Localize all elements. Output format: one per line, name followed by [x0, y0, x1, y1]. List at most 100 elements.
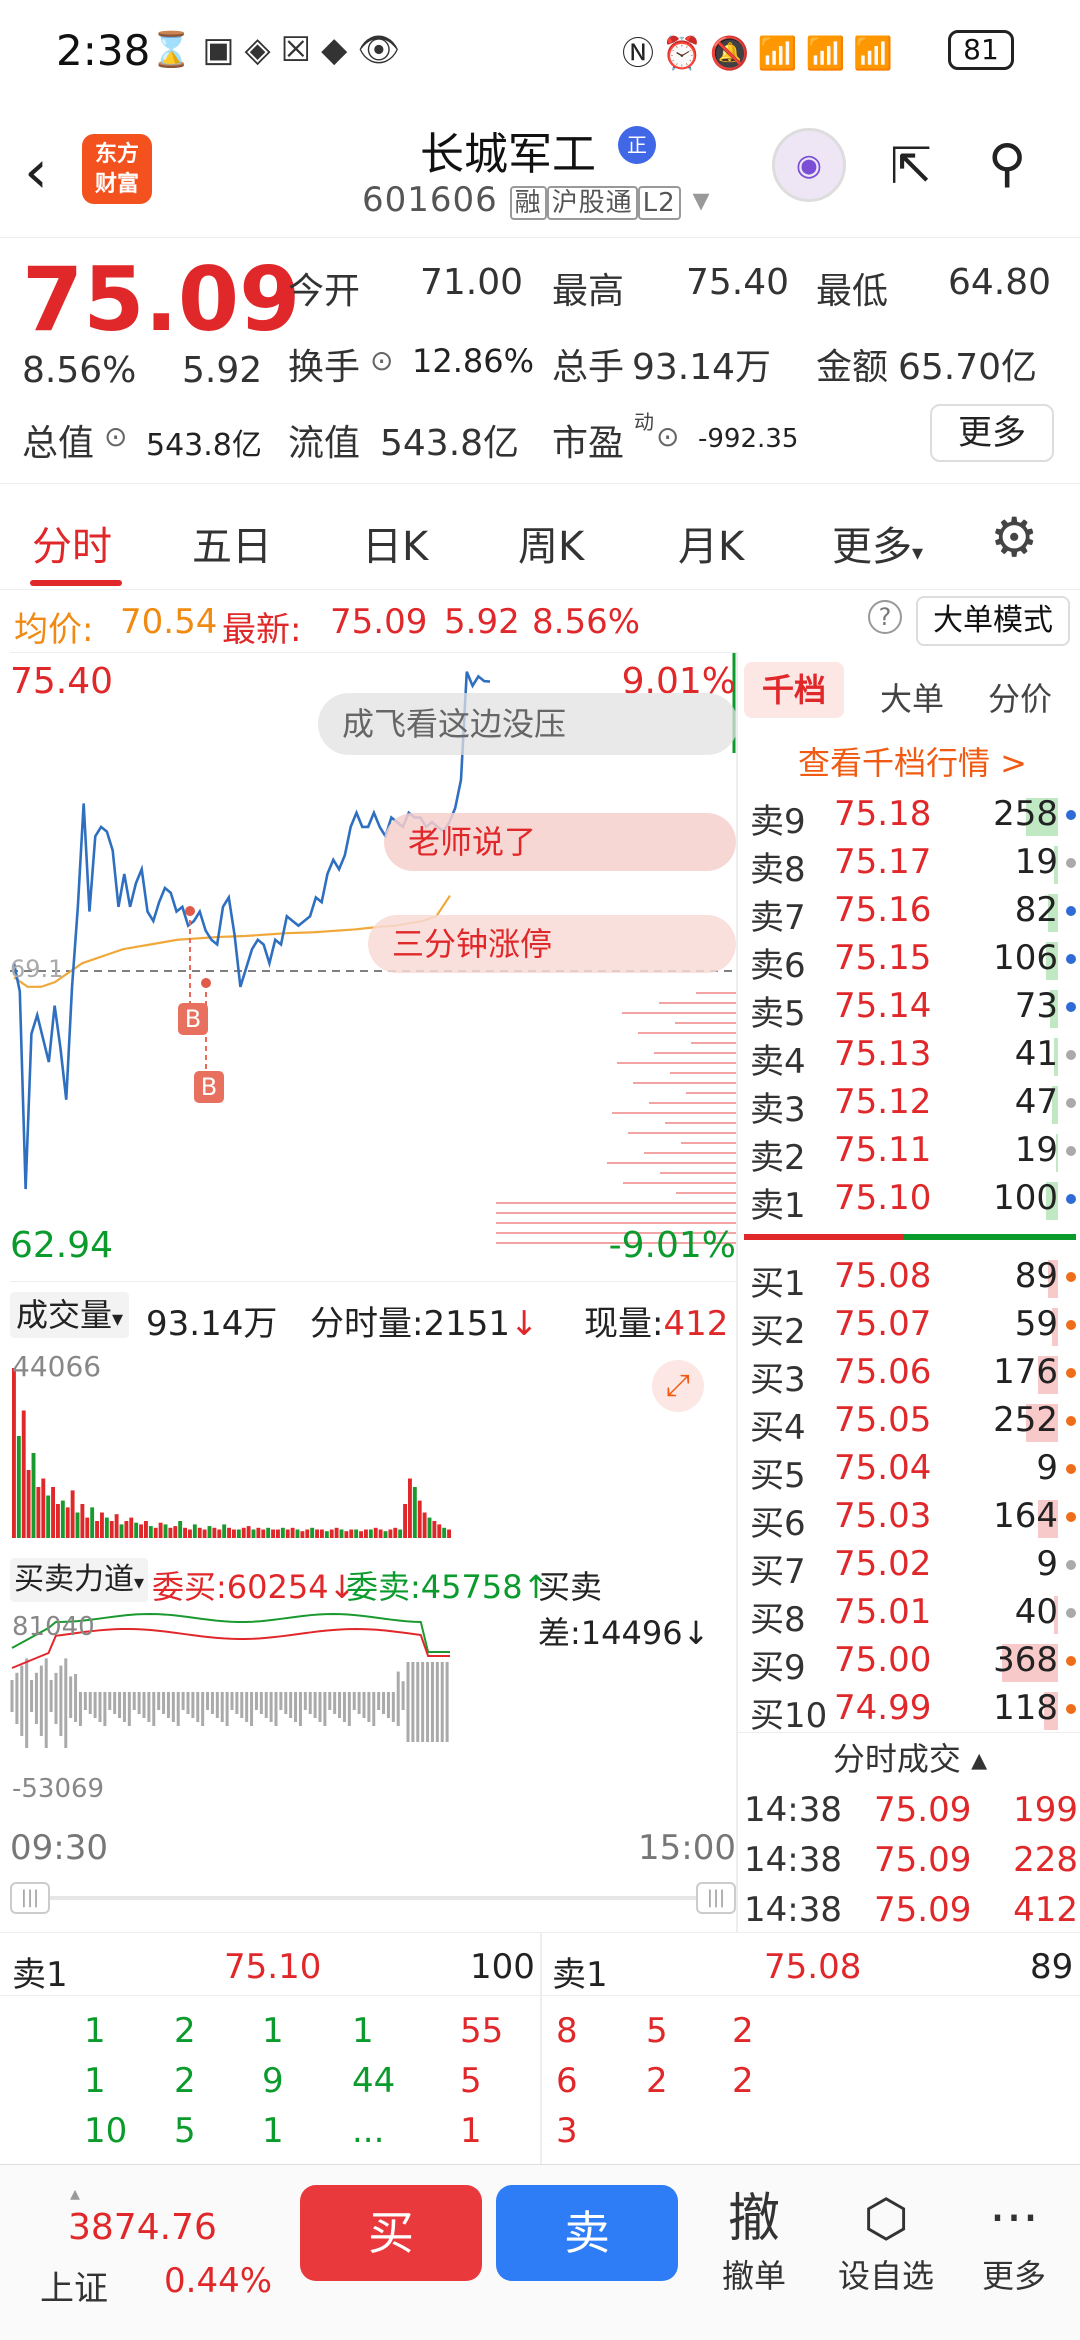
- ask-row[interactable]: 卖9 75.18 258: [744, 790, 1078, 842]
- bid-row[interactable]: 买8 75.01 40: [744, 1588, 1078, 1640]
- stock-code-row: 601606 融沪股通 L2 ▾: [362, 180, 711, 220]
- buy-marker[interactable]: B: [194, 1071, 224, 1103]
- queue-order-right: 3: [556, 2111, 578, 2151]
- ask-total: 委卖:45758↑: [346, 1568, 550, 1606]
- tag-connect: 沪股通: [546, 186, 638, 220]
- tab-more[interactable]: 更多▾: [832, 514, 923, 572]
- queue-order-right: 55: [460, 2011, 504, 2051]
- bid-price: 75.05: [834, 1400, 932, 1440]
- volume-bar: [310, 1527, 315, 1538]
- volume-bar: [388, 1529, 393, 1538]
- assistant-avatar-icon[interactable]: ◉: [772, 128, 846, 202]
- queue-levels: 卖1 75.10 100 卖1 75.08 89 1 2 1 1 1 2 9 44 10 5 1..…: [0, 1932, 1080, 2165]
- info-icon[interactable]: ⊙: [104, 420, 127, 453]
- info-icon[interactable]: ⊙: [370, 344, 393, 377]
- bid-row[interactable]: 买1 75.08 89: [744, 1252, 1078, 1304]
- order-dot: [1066, 954, 1076, 964]
- volume-bar: [280, 1527, 285, 1538]
- queue-order-left: 10: [84, 2111, 128, 2151]
- index-value[interactable]: 3874.76: [68, 2207, 217, 2248]
- share-icon[interactable]: ⇱: [890, 138, 946, 194]
- trade-time: 14:38: [744, 1890, 842, 1930]
- ask-row[interactable]: 卖5 75.14 73: [744, 982, 1078, 1034]
- ask-row[interactable]: 卖3 75.12 47: [744, 1078, 1078, 1130]
- cancel-order-button[interactable]: 撤撤单: [704, 2187, 804, 2297]
- danmaku-bubble[interactable]: 成飞看这边没压: [318, 693, 738, 755]
- ask-row[interactable]: 卖1 75.10 100: [744, 1174, 1078, 1226]
- index-change[interactable]: 0.44%: [164, 2261, 272, 2301]
- volume-bar: [139, 1524, 143, 1538]
- tab-daily-k[interactable]: 日K: [362, 514, 428, 572]
- book-divider-buy: [904, 1234, 1076, 1240]
- tab-weekly-k[interactable]: 周K: [518, 514, 584, 572]
- buy-button[interactable]: 买: [300, 2185, 482, 2281]
- view-thousand-level-link[interactable]: 查看千档行情 >: [798, 738, 1027, 784]
- volume-bar: [408, 1478, 412, 1538]
- volume-bar: [320, 1529, 324, 1538]
- big-order-mode-button[interactable]: 大单模式: [916, 596, 1070, 646]
- trades-header[interactable]: 分时成交 ▴: [738, 1732, 1080, 1784]
- ask-level-label: 卖4: [750, 1042, 806, 1082]
- volume-bar: [158, 1522, 163, 1538]
- scroll-handle-right[interactable]: |||: [696, 1882, 736, 1914]
- bid-row[interactable]: 买9 75.00 368: [744, 1636, 1078, 1688]
- system-icons: Ⓝ⏰🔕📶📶📶: [622, 34, 902, 72]
- tab-big-orders[interactable]: 大单: [880, 674, 944, 720]
- danmaku-bubble[interactable]: 老师说了: [384, 813, 736, 871]
- bid-level-label: 买6: [750, 1504, 806, 1544]
- bid-row[interactable]: 买3 75.06 176: [744, 1348, 1078, 1400]
- index-name[interactable]: 上证: [40, 2261, 108, 2310]
- volume-bar: [432, 1521, 437, 1538]
- flow-indicator-select[interactable]: 买卖力道▾: [10, 1558, 149, 1602]
- ask-row[interactable]: 卖4 75.13 41: [744, 1030, 1078, 1082]
- stock-header: ‹ 东方 财富 长城军工 正 601606 融沪股通 L2 ▾ ◉ ⇱ ⚲: [0, 100, 1080, 238]
- pe-dynamic-sup: 动: [634, 410, 654, 434]
- bid-row[interactable]: 买10 74.99 118: [744, 1684, 1078, 1736]
- volume-bar: [232, 1529, 236, 1538]
- more-info-button[interactable]: 更多: [930, 404, 1054, 462]
- order-dot: [1066, 1464, 1076, 1474]
- back-arrow-icon[interactable]: ‹: [24, 142, 48, 202]
- tab-intraday[interactable]: 分时: [32, 514, 112, 572]
- ask-level-label: 卖1: [750, 1186, 806, 1226]
- ask-row[interactable]: 卖7 75.16 82: [744, 886, 1078, 938]
- sell-button[interactable]: 卖: [496, 2185, 678, 2281]
- intraday-chart[interactable]: 75.40 9.01% 62.94 -9.01% 69.1 B B 成飞看这边没…: [10, 652, 738, 1282]
- pe-value: -992.35: [698, 424, 799, 454]
- ask-row[interactable]: 卖6 75.15 106: [744, 934, 1078, 986]
- volume-bar: [271, 1529, 275, 1538]
- time-scrollbar[interactable]: ||| |||: [10, 1878, 736, 1918]
- right-level-vol: 89: [1030, 1947, 1074, 1987]
- order-dot: [1066, 1608, 1076, 1618]
- order-flow-chart: 81040 -53069: [10, 1608, 736, 1818]
- dropdown-arrow-icon[interactable]: ▾: [692, 180, 710, 220]
- status-badge: 正: [618, 126, 656, 164]
- bid-row[interactable]: 买6 75.03 164: [744, 1492, 1078, 1544]
- add-watchlist-button[interactable]: ⬡ 设自选: [836, 2187, 936, 2297]
- volume-bar: [344, 1531, 349, 1538]
- indicator-select[interactable]: 成交量▾: [10, 1292, 130, 1338]
- danmaku-bubble[interactable]: 三分钟涨停: [368, 915, 736, 973]
- gear-icon[interactable]: ⚙: [990, 506, 1038, 569]
- eastmoney-logo[interactable]: 东方 财富: [82, 134, 152, 204]
- volume-value: 93.14万: [632, 347, 772, 388]
- tab-five-day[interactable]: 五日: [192, 514, 272, 572]
- open-label: 今开: [288, 271, 361, 312]
- buy-marker[interactable]: B: [178, 1003, 208, 1035]
- search-icon[interactable]: ⚲: [988, 136, 1048, 196]
- tab-monthly-k[interactable]: 月K: [678, 514, 744, 572]
- info-icon[interactable]: ⊙: [656, 420, 679, 453]
- more-button[interactable]: ··· 更多: [964, 2187, 1064, 2297]
- ask-row[interactable]: 卖2 75.11 19: [744, 1126, 1078, 1178]
- bid-row[interactable]: 买2 75.07 59: [744, 1300, 1078, 1352]
- ask-row[interactable]: 卖8 75.17 19: [744, 838, 1078, 890]
- bid-row[interactable]: 买5 75.04 9: [744, 1444, 1078, 1496]
- tab-thousand-level[interactable]: 千档: [744, 662, 844, 718]
- bid-row[interactable]: 买4 75.05 252: [744, 1396, 1078, 1448]
- tab-price-dist[interactable]: 分价: [988, 674, 1052, 720]
- scroll-handle-left[interactable]: |||: [10, 1882, 50, 1914]
- volume-max-label: 44066: [12, 1350, 102, 1383]
- help-icon[interactable]: ?: [868, 600, 902, 634]
- expand-icon[interactable]: ⤢: [652, 1360, 704, 1412]
- bid-row[interactable]: 买7 75.02 9: [744, 1540, 1078, 1592]
